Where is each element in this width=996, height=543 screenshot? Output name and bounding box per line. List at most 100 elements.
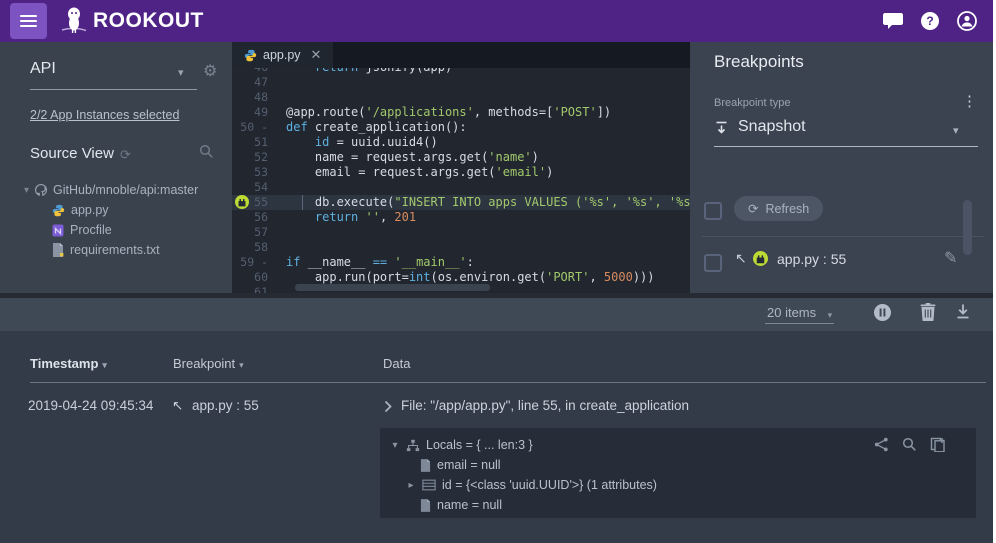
code-text: def create_application(): [276, 120, 690, 135]
message-row[interactable]: 2019-04-24 09:45:34 ↖ app.py : 55 File: … [0, 398, 993, 420]
rook-breakpoint-icon [235, 195, 249, 209]
code-text [276, 75, 690, 90]
rookout-logo: ROOKOUT [59, 5, 204, 37]
code-line-49[interactable]: 49@app.route('/applications', methods=['… [232, 105, 690, 120]
chevron-down-icon[interactable]: ▾ [953, 124, 959, 137]
code-line-47[interactable]: 47 [232, 75, 690, 90]
rookout-bird-icon [59, 5, 89, 37]
locals-variable-row: email = null [390, 455, 966, 475]
fold-marker-icon[interactable]: - [261, 255, 268, 269]
code-text [276, 240, 690, 255]
code-text: return '', 201 [276, 210, 690, 225]
code-line-60[interactable]: 60 app.run(port=int(os.environ.get('PORT… [232, 270, 690, 285]
code-line-59[interactable]: 59 -if __name__ == '__main__': [232, 255, 690, 270]
locals-inspector: ▾Locals = { ... len:3 }email = null▸id =… [380, 428, 976, 518]
app-select[interactable]: API [30, 60, 56, 78]
code-text: email = request.args.get('email') [276, 165, 690, 180]
locals-variable-row: name = null [390, 495, 966, 515]
download-icon[interactable] [955, 303, 971, 320]
sync-icon[interactable]: ⟳ [120, 147, 131, 163]
line-number[interactable]: 61 [232, 285, 276, 293]
code-text [276, 90, 690, 105]
horizontal-scrollbar[interactable] [295, 284, 490, 291]
textfile-file-icon [52, 243, 64, 257]
line-number[interactable]: 60 [232, 270, 276, 285]
code-line-54[interactable]: 54 [232, 180, 690, 195]
edit-pencil-icon[interactable]: ✎ [944, 248, 957, 268]
locals-tree-icon [406, 439, 420, 452]
tree-file-label: requirements.txt [70, 243, 160, 257]
line-number[interactable]: 47 [232, 75, 276, 90]
locals-variable-text: id = {<class 'uuid.UUID'>} (1 attributes… [442, 478, 657, 492]
line-number[interactable]: 46 [232, 68, 276, 75]
chevron-down-icon[interactable]: ▾ [178, 66, 184, 79]
rook-breakpoint-icon [753, 251, 768, 266]
line-number[interactable]: 59 - [232, 255, 276, 270]
fold-marker-icon[interactable]: - [261, 120, 268, 134]
code-line-52[interactable]: 52 name = request.args.get('name') [232, 150, 690, 165]
line-number[interactable]: 58 [232, 240, 276, 255]
copy-add-icon[interactable] [930, 437, 946, 452]
close-icon[interactable]: ✕ [311, 47, 322, 63]
tree-file-label: app.py [71, 203, 109, 217]
page-size-select[interactable]: 20 items ▾ [765, 305, 834, 324]
tree-file-app-py[interactable]: app.py [0, 200, 232, 220]
code-line-50[interactable]: 50 -def create_application(): [232, 120, 690, 135]
code-line-56[interactable]: 56 return '', 201 [232, 210, 690, 225]
app-instances-link[interactable]: 2/2 App Instances selected [30, 108, 179, 122]
gear-icon[interactable]: ⚙ [203, 64, 217, 80]
refresh-button[interactable]: ⟳ Refresh [734, 196, 823, 221]
python-icon [244, 49, 257, 62]
chevron-down-icon[interactable]: ▾ [24, 185, 29, 196]
breakpoint-row[interactable]: app.py : 55 [777, 251, 846, 267]
line-number[interactable]: 53 [232, 165, 276, 180]
help-icon[interactable]: ? [921, 12, 939, 30]
trash-icon[interactable] [920, 303, 936, 321]
code-line-55[interactable]: 55 db.execute("INSERT INTO apps VALUES (… [232, 195, 690, 210]
pause-icon[interactable] [873, 303, 892, 322]
line-number[interactable]: 52 [232, 150, 276, 165]
line-number[interactable]: 54 [232, 180, 276, 195]
code-line-51[interactable]: 51 id = uuid.uuid4() [232, 135, 690, 150]
breakpoint-type-select[interactable]: Snapshot [714, 118, 806, 136]
breakpoints-panel: Breakpoints ⋮ Breakpoint type Snapshot ▾… [690, 42, 993, 293]
locals-variable-row[interactable]: ▸ id = {<class 'uuid.UUID'>} (1 attribute… [390, 475, 966, 495]
chevron-right-icon[interactable]: ▸ [406, 480, 416, 491]
doc-variable-icon [420, 459, 431, 472]
chat-icon[interactable] [883, 12, 903, 30]
line-number[interactable]: 50 - [232, 120, 276, 135]
code-line-57[interactable]: 57 [232, 225, 690, 240]
column-header-timestamp[interactable]: Timestamp▾ [30, 356, 107, 371]
line-number[interactable]: 49 [232, 105, 276, 120]
line-number[interactable]: 56 [232, 210, 276, 225]
line-number[interactable]: 57 [232, 225, 276, 240]
tree-file-Procfile[interactable]: Procfile [0, 220, 232, 240]
chevron-right-icon[interactable] [383, 400, 393, 413]
hamburger-menu-icon[interactable] [10, 3, 47, 39]
column-header-breakpoint[interactable]: Breakpoint▾ [173, 356, 244, 371]
code-text: @app.route('/applications', methods=['PO… [276, 105, 690, 120]
tree-file-requirements-txt[interactable]: requirements.txt [0, 240, 232, 260]
share-icon[interactable] [874, 437, 889, 452]
message-breakpoint: app.py : 55 [192, 398, 259, 413]
messages-header: Messages (1) [0, 298, 993, 331]
editor-tab-bar: app.py ✕ [232, 42, 690, 68]
editor-tab-app-py[interactable]: app.py ✕ [232, 42, 333, 68]
kebab-menu-icon[interactable]: ⋮ [962, 92, 977, 110]
select-all-checkbox[interactable] [704, 202, 722, 220]
code-line-48[interactable]: 48 [232, 90, 690, 105]
search-icon[interactable] [902, 437, 917, 452]
user-avatar-icon[interactable] [957, 11, 977, 31]
chevron-down-icon[interactable]: ▾ [390, 440, 400, 451]
line-number[interactable]: 51 [232, 135, 276, 150]
code-line-58[interactable]: 58 [232, 240, 690, 255]
line-number[interactable]: 48 [232, 90, 276, 105]
code-line-53[interactable]: 53 email = request.args.get('email') [232, 165, 690, 180]
tree-file-label: Procfile [70, 223, 112, 237]
code-line-46[interactable]: 46 return jsonify(app) [232, 68, 690, 75]
tree-root-repo[interactable]: ▾GitHub/mnoble/api:master [0, 180, 232, 200]
vertical-scrollbar[interactable] [963, 200, 972, 255]
search-icon[interactable] [199, 144, 214, 159]
breakpoint-checkbox[interactable] [704, 254, 722, 272]
snapshot-icon [714, 120, 729, 135]
